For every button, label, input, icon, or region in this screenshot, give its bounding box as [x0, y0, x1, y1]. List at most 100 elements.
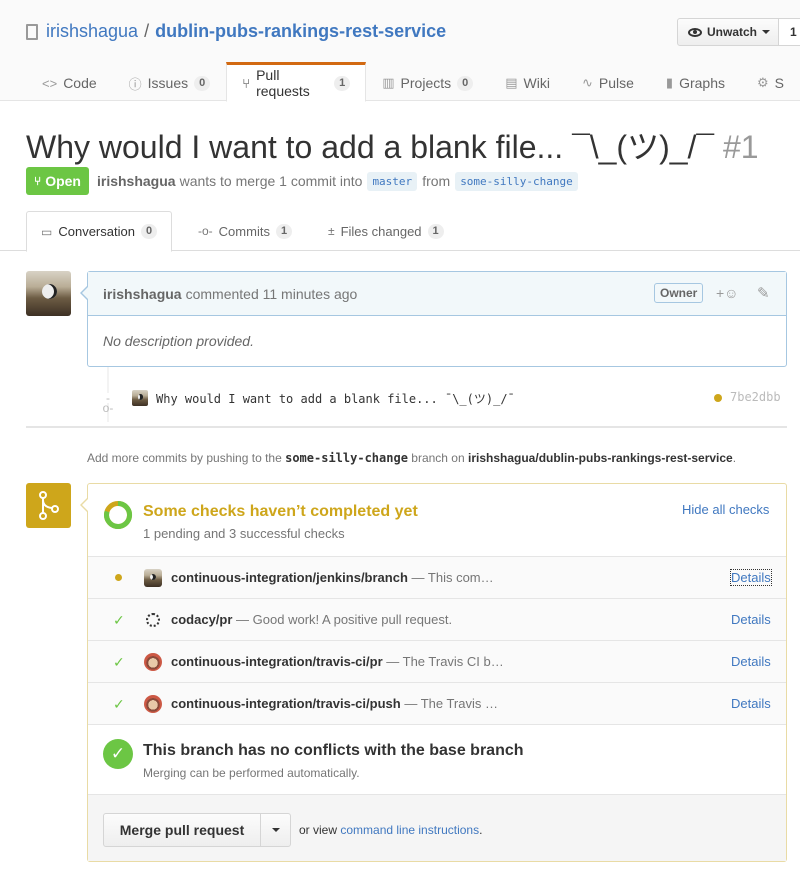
avatar[interactable]: [26, 271, 71, 316]
push-hint-repo: irishshagua/dublin-pubs-rankings-rest-se…: [468, 451, 733, 465]
pr-state-label: Open: [45, 173, 81, 189]
repo-nav: <> Code ⓘ Issues 0 ⑂ Pull requests 1 ▥ P…: [26, 62, 800, 102]
comment-box: irishshagua commented 11 minutes ago Own…: [80, 271, 787, 367]
repo-path-separator: /: [144, 21, 150, 41]
hide-checks-link[interactable]: Hide all checks: [682, 502, 769, 517]
nav-pull-requests[interactable]: ⑂ Pull requests 1: [226, 62, 367, 102]
nav-issues[interactable]: ⓘ Issues 0: [113, 62, 227, 102]
nav-pulse-label: Pulse: [598, 75, 634, 91]
comment-time[interactable]: commented 11 minutes ago: [186, 286, 358, 302]
nav-graphs[interactable]: ▮ Graphs: [650, 62, 741, 102]
comment-header: irishshagua commented 11 minutes ago Own…: [88, 272, 786, 316]
check-name: continuous-integration/travis-ci/pr: [171, 654, 383, 669]
check-description: — The Travis CI b…: [386, 654, 504, 669]
issue-icon: ⓘ: [128, 76, 142, 92]
eye-icon: [688, 27, 702, 37]
chevron-down-icon: [762, 30, 771, 34]
check-name: codacy/pr: [171, 612, 233, 627]
no-conflicts-title: This branch has no conflicts with the ba…: [143, 742, 524, 759]
checks-summary: 1 pending and 3 successful checks: [143, 526, 345, 541]
command-line-suffix: .: [479, 823, 483, 837]
comment-body: No description provided.: [103, 333, 254, 349]
merge-options-dropdown[interactable]: [260, 813, 291, 847]
base-branch[interactable]: master: [367, 171, 418, 191]
check-details-link[interactable]: Details: [731, 696, 771, 711]
pr-title: Why would I want to add a blank file... …: [26, 122, 759, 168]
merge-footer: Merge pull request or view command line …: [88, 795, 786, 861]
nav-pulse[interactable]: ∿ Pulse: [566, 62, 650, 102]
commit-message-link[interactable]: Why would I want to add a blank file... …: [156, 390, 515, 407]
pr-meta: ⑂ Open irishshagua wants to merge 1 comm…: [26, 167, 583, 195]
nav-issues-label: Issues: [147, 75, 189, 91]
add-reaction-icon[interactable]: +☺: [716, 285, 738, 301]
no-conflicts-subtitle: Merging can be performed automatically.: [143, 766, 360, 780]
pr-author-link[interactable]: irishshagua: [97, 173, 176, 189]
command-line-instructions-link[interactable]: command line instructions: [340, 823, 479, 837]
codacy-avatar: [144, 611, 162, 629]
files-changed-counter: 1: [427, 223, 444, 239]
command-line-prefix: or view: [299, 823, 338, 837]
merge-box: Some checks haven’t completed yet 1 pend…: [80, 483, 787, 862]
comment-discussion-icon: ▭: [41, 224, 53, 239]
repo-title: irishshagua / dublin-pubs-rankings-rest-…: [26, 21, 446, 42]
push-hint-end: .: [732, 451, 737, 465]
nav-settings-label: S: [774, 75, 784, 91]
check-context: continuous-integration/travis-ci/push — …: [171, 696, 498, 711]
pencil-icon[interactable]: ✎: [757, 284, 770, 302]
gear-icon: ⚙: [757, 75, 769, 90]
tab-files-changed[interactable]: ± Files changed 1: [314, 211, 458, 251]
watchers-count[interactable]: 1: [778, 18, 800, 46]
pr-tabs: ▭ Conversation 0 -o- Commits 1 ± Files c…: [0, 211, 800, 252]
tab-conversation-label: Conversation: [58, 224, 135, 239]
tab-conversation[interactable]: ▭ Conversation 0: [26, 211, 173, 252]
check-icon: ✓: [113, 696, 125, 712]
code-icon: <>: [42, 75, 58, 91]
check-circle-icon: ✓: [103, 739, 133, 769]
tab-files-changed-label: Files changed: [340, 223, 422, 239]
check-row-travis-push: ✓ continuous-integration/travis-ci/push …: [88, 683, 786, 725]
commit-pending-status[interactable]: [714, 394, 722, 402]
pr-merge-text: wants to merge 1 commit into: [179, 173, 363, 189]
nav-wiki-label: Wiki: [523, 75, 550, 91]
repo-name-link[interactable]: dublin-pubs-rankings-rest-service: [155, 21, 446, 42]
command-line-hint: or view command line instructions.: [299, 823, 482, 837]
commits-counter: 1: [275, 223, 293, 239]
check-details-link[interactable]: Details: [731, 654, 771, 669]
graph-icon: ▮: [665, 75, 674, 90]
repo-owner-link[interactable]: irishshagua: [46, 21, 138, 42]
nav-code[interactable]: <> Code: [26, 62, 113, 102]
nav-projects[interactable]: ▥ Projects 0: [366, 62, 489, 102]
check-name: continuous-integration/jenkins/branch: [171, 570, 408, 585]
check-context: codacy/pr — Good work! A positive pull r…: [171, 612, 452, 627]
head-branch[interactable]: some-silly-change: [455, 171, 578, 191]
project-icon: ▥: [382, 75, 395, 90]
check-icon: ✓: [113, 612, 125, 628]
issues-counter: 0: [194, 75, 211, 91]
nav-wiki[interactable]: ▤ Wiki: [489, 62, 566, 102]
push-hint: Add more commits by pushing to the some-…: [87, 451, 736, 465]
timeline-divider: [26, 426, 787, 428]
unwatch-label: Unwatch: [707, 25, 758, 39]
unwatch-button[interactable]: Unwatch: [677, 18, 779, 46]
jenkins-avatar: [144, 569, 162, 587]
check-icon: ✓: [113, 654, 125, 670]
check-name: continuous-integration/travis-ci/push: [171, 696, 401, 711]
check-details-link[interactable]: Details: [731, 612, 771, 627]
pr-number: #1: [723, 129, 759, 165]
tab-commits[interactable]: -o- Commits 1: [184, 211, 306, 251]
comment-author-link[interactable]: irishshagua: [103, 286, 182, 302]
commit-icon: -o-: [198, 224, 213, 238]
check-row-codacy: ✓ codacy/pr — Good work! A positive pull…: [88, 599, 786, 641]
check-details-link[interactable]: Details: [730, 569, 772, 586]
nav-code-label: Code: [63, 75, 97, 91]
push-hint-prefix: Add more commits by pushing to the: [87, 451, 282, 465]
diff-icon: ±: [328, 224, 335, 238]
pr-title-text: Why would I want to add a blank file... …: [26, 129, 715, 165]
nav-graphs-label: Graphs: [679, 75, 725, 91]
merge-pull-request-button[interactable]: Merge pull request: [103, 813, 261, 847]
check-description: — This com…: [411, 570, 494, 585]
commit-sha-link[interactable]: 7be2dbb: [730, 390, 781, 404]
pr-state-badge: ⑂ Open: [26, 167, 89, 195]
commit-avatar[interactable]: [132, 390, 148, 406]
nav-settings[interactable]: ⚙ S: [741, 62, 800, 102]
